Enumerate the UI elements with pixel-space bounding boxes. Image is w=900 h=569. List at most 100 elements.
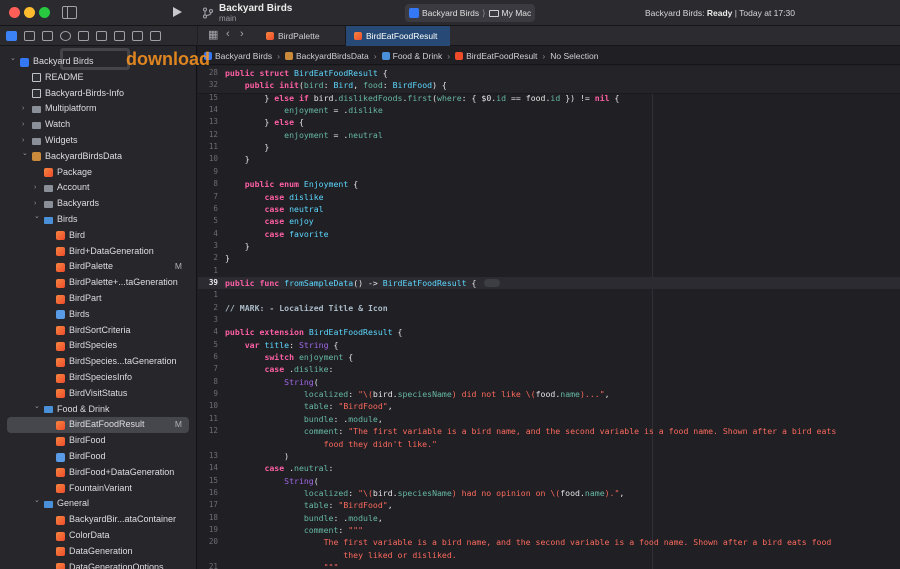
chevron-down-icon[interactable]: ⌄ [22,150,28,157]
sidebar-item[interactable]: BirdFood [0,449,196,465]
code-line[interactable]: """ [225,562,339,569]
code-line[interactable]: public init(bird: Bird, food: BirdFood) … [225,80,447,90]
code-line[interactable]: var title: String { [225,340,339,350]
code-line[interactable]: comment: "The first variable is a bird n… [225,426,836,436]
sidebar-item[interactable]: BirdPalette+...taGeneration [0,275,196,291]
sidebar-item[interactable]: › Backyards [0,196,196,212]
sidebar-toggle-icon[interactable] [62,6,77,19]
sidebar-item[interactable]: BirdFood+DataGeneration [0,465,196,481]
sidebar-item[interactable]: › Watch [0,117,196,133]
sidebar-item[interactable]: Package [0,165,196,181]
sidebar-item[interactable]: ⌄ General [0,496,196,512]
breakpoint-navigator-icon[interactable] [132,30,143,41]
sidebar-item[interactable]: DataGeneration [0,544,196,560]
code-editor[interactable]: 28 public struct BirdEatFoodResult {32 pu… [198,66,900,569]
code-line[interactable]: switch enjoyment { [225,352,353,362]
sidebar-item[interactable]: ColorData [0,528,196,544]
breadcrumb-folder[interactable]: Food & Drink [381,51,442,61]
sidebar-item[interactable]: BackyardBir...ataContainer [0,512,196,528]
breadcrumb-package[interactable]: BackyardBirdsData [285,51,369,61]
chevron-right-icon[interactable]: › [22,121,28,128]
project-navigator-icon[interactable] [6,30,17,41]
test-navigator-icon[interactable] [96,30,107,41]
sidebar-item[interactable]: › Account [0,180,196,196]
chevron-down-icon[interactable]: ⌄ [10,55,16,62]
zoom-window-button[interactable] [39,7,50,18]
forward-arrow-icon[interactable]: › [240,28,244,40]
chevron-right-icon[interactable]: › [34,200,40,207]
sidebar-item[interactable]: ⌄ Food & Drink [0,402,196,418]
code-line[interactable]: public extension BirdEatFoodResult { [225,327,402,337]
sidebar-item[interactable]: ⌄ Backyard Birds [0,54,196,70]
back-arrow-icon[interactable]: ‹ [226,28,230,40]
sidebar-item[interactable]: BirdPart [0,291,196,307]
code-line[interactable]: localized: "\(bird.speciesName) had no o… [225,488,624,498]
minimize-window-button[interactable] [24,7,35,18]
close-window-button[interactable] [9,7,20,18]
code-line[interactable]: ) [225,451,289,461]
code-line[interactable]: } else { [225,117,303,127]
tab-overview-icon[interactable]: ▦ [208,28,218,41]
breadcrumb-symbol[interactable]: No Selection [550,51,598,61]
sidebar-item[interactable]: Backyard-Birds-Info [0,86,196,102]
code-line[interactable]: they liked or disliked. [225,550,456,560]
debug-navigator-icon[interactable] [114,30,125,41]
code-line[interactable]: bundle: .module, [225,513,383,523]
breadcrumb-file[interactable]: BirdEatFoodResult [455,51,537,61]
code-line[interactable]: public struct BirdEatFoodResult { [225,68,388,78]
sidebar-item[interactable]: Bird [0,228,196,244]
source-control-icon[interactable] [24,30,35,41]
code-line[interactable]: case .dislike: [225,364,333,374]
sidebar-item[interactable]: › Multiplatform [0,101,196,117]
code-line[interactable]: case neutral [225,204,323,214]
sidebar-item[interactable]: Bird+DataGeneration [0,244,196,260]
sidebar-item[interactable]: BirdEatFoodResult M [0,417,196,434]
tab-birdpalette[interactable]: BirdPalette [258,26,346,46]
code-line[interactable]: table: "BirdFood", [225,401,393,411]
code-line[interactable]: food they didn't like." [225,439,437,449]
code-line[interactable]: comment: """ [225,525,363,535]
code-line[interactable]: case dislike [225,192,323,202]
breadcrumb-project[interactable]: Backyard Birds [204,51,272,61]
code-line[interactable]: // MARK: - Localized Title & Icon [225,303,388,313]
sidebar-item[interactable]: BirdPalette M [0,259,196,275]
report-navigator-icon[interactable] [150,30,161,41]
code-line[interactable]: The first variable is a bird name, and t… [225,537,832,547]
code-line[interactable]: String( [225,476,319,486]
chevron-down-icon[interactable]: ⌄ [34,497,40,504]
sidebar-item[interactable]: DataGenerationOptions [0,560,196,569]
find-navigator-icon[interactable] [60,30,71,41]
chevron-down-icon[interactable]: ⌄ [34,403,40,410]
sidebar-item[interactable]: BirdSpecies...taGeneration [0,354,196,370]
sidebar-item[interactable]: BirdSpeciesInfo [0,370,196,386]
code-line[interactable]: String( [225,377,319,387]
sidebar-item[interactable]: Birds [0,307,196,323]
symbol-navigator-icon[interactable] [42,30,53,41]
code-line[interactable]: enjoyment = .neutral [225,130,383,140]
code-line[interactable]: enjoyment = .dislike [225,105,383,115]
code-line[interactable]: public enum Enjoyment { [225,179,358,189]
tab-birdeatfoodresult[interactable]: BirdEatFoodResult [346,26,450,46]
code-line[interactable]: } [225,142,269,152]
code-line[interactable]: case enjoy [225,216,313,226]
sidebar-item[interactable]: README [0,70,196,86]
sidebar-item[interactable]: BirdSpecies [0,338,196,354]
chevron-right-icon[interactable]: › [34,184,40,191]
scheme-selector[interactable]: Backyard Birds ⟩ My Mac [405,4,535,22]
sidebar-item[interactable]: › Widgets [0,133,196,149]
chevron-right-icon[interactable]: › [22,105,28,112]
code-line[interactable]: table: "BirdFood", [225,500,393,510]
code-line[interactable]: } [225,253,230,263]
code-line[interactable]: case .neutral: [225,463,333,473]
sidebar-item[interactable]: ⌄ BackyardBirdsData [0,149,196,165]
code-line[interactable]: case favorite [225,229,328,239]
sidebar-item[interactable]: BirdVisitStatus [0,386,196,402]
code-line[interactable]: } [225,241,250,251]
sidebar-item[interactable]: BirdSortCriteria [0,323,196,339]
sidebar-item[interactable]: BirdFood [0,433,196,449]
code-line[interactable]: } else if bird.dislikedFoods.first(where… [225,93,619,103]
code-line[interactable]: } [225,154,250,164]
sidebar-item[interactable]: FountainVariant [0,481,196,497]
run-icon[interactable] [170,5,184,19]
code-line[interactable]: localized: "\(bird.speciesName) did not … [225,389,610,399]
